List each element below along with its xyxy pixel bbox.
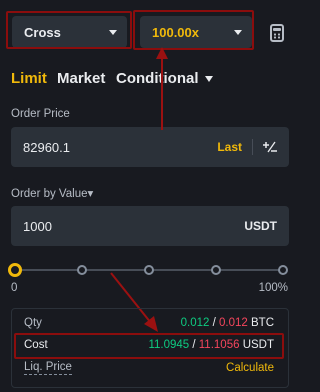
- slider-handle[interactable]: [8, 263, 22, 277]
- slider-node-75[interactable]: [211, 265, 221, 275]
- slider-min-label: 0: [11, 282, 18, 294]
- tab-market[interactable]: Market: [57, 70, 105, 87]
- order-price-value: 82960.1: [23, 139, 70, 155]
- qty-buy: 0.012: [180, 317, 210, 329]
- qty-row: Qty 0.012 / 0.012 BTC: [24, 317, 274, 329]
- order-value-field[interactable]: 1000 USDT: [11, 206, 289, 246]
- slider-node-25[interactable]: [77, 265, 87, 275]
- order-value-unit: USDT: [244, 219, 277, 233]
- highlight-box-cost: [14, 333, 284, 359]
- calculator-icon[interactable]: [270, 24, 284, 42]
- qty-sell: 0.012: [219, 317, 248, 329]
- order-value-value: 1000: [23, 218, 52, 234]
- order-by-value-label[interactable]: Order by Value▾: [11, 186, 93, 200]
- tab-limit[interactable]: Limit: [11, 70, 47, 87]
- qty-unit: BTC: [251, 317, 274, 329]
- calculate-link[interactable]: Calculate: [226, 362, 274, 374]
- caret-down-icon: [204, 75, 213, 82]
- order-price-label: Order Price: [11, 108, 70, 120]
- qty-sep: /: [212, 317, 216, 329]
- liq-price-label[interactable]: Liq. Price: [24, 361, 72, 375]
- price-type-last[interactable]: Last: [217, 140, 242, 154]
- slider-node-100[interactable]: [278, 265, 288, 275]
- qty-label: Qty: [24, 317, 42, 329]
- divider: [252, 139, 253, 155]
- highlight-box-margin: [6, 11, 132, 49]
- highlight-box-leverage: [133, 10, 254, 50]
- plus-minus-icon[interactable]: [263, 140, 277, 154]
- liq-row: Liq. Price Calculate: [24, 361, 274, 375]
- slider-max-label: 100%: [258, 282, 288, 294]
- annotation-arrow-up: [156, 47, 168, 130]
- order-price-field[interactable]: 82960.1 Last: [11, 127, 289, 167]
